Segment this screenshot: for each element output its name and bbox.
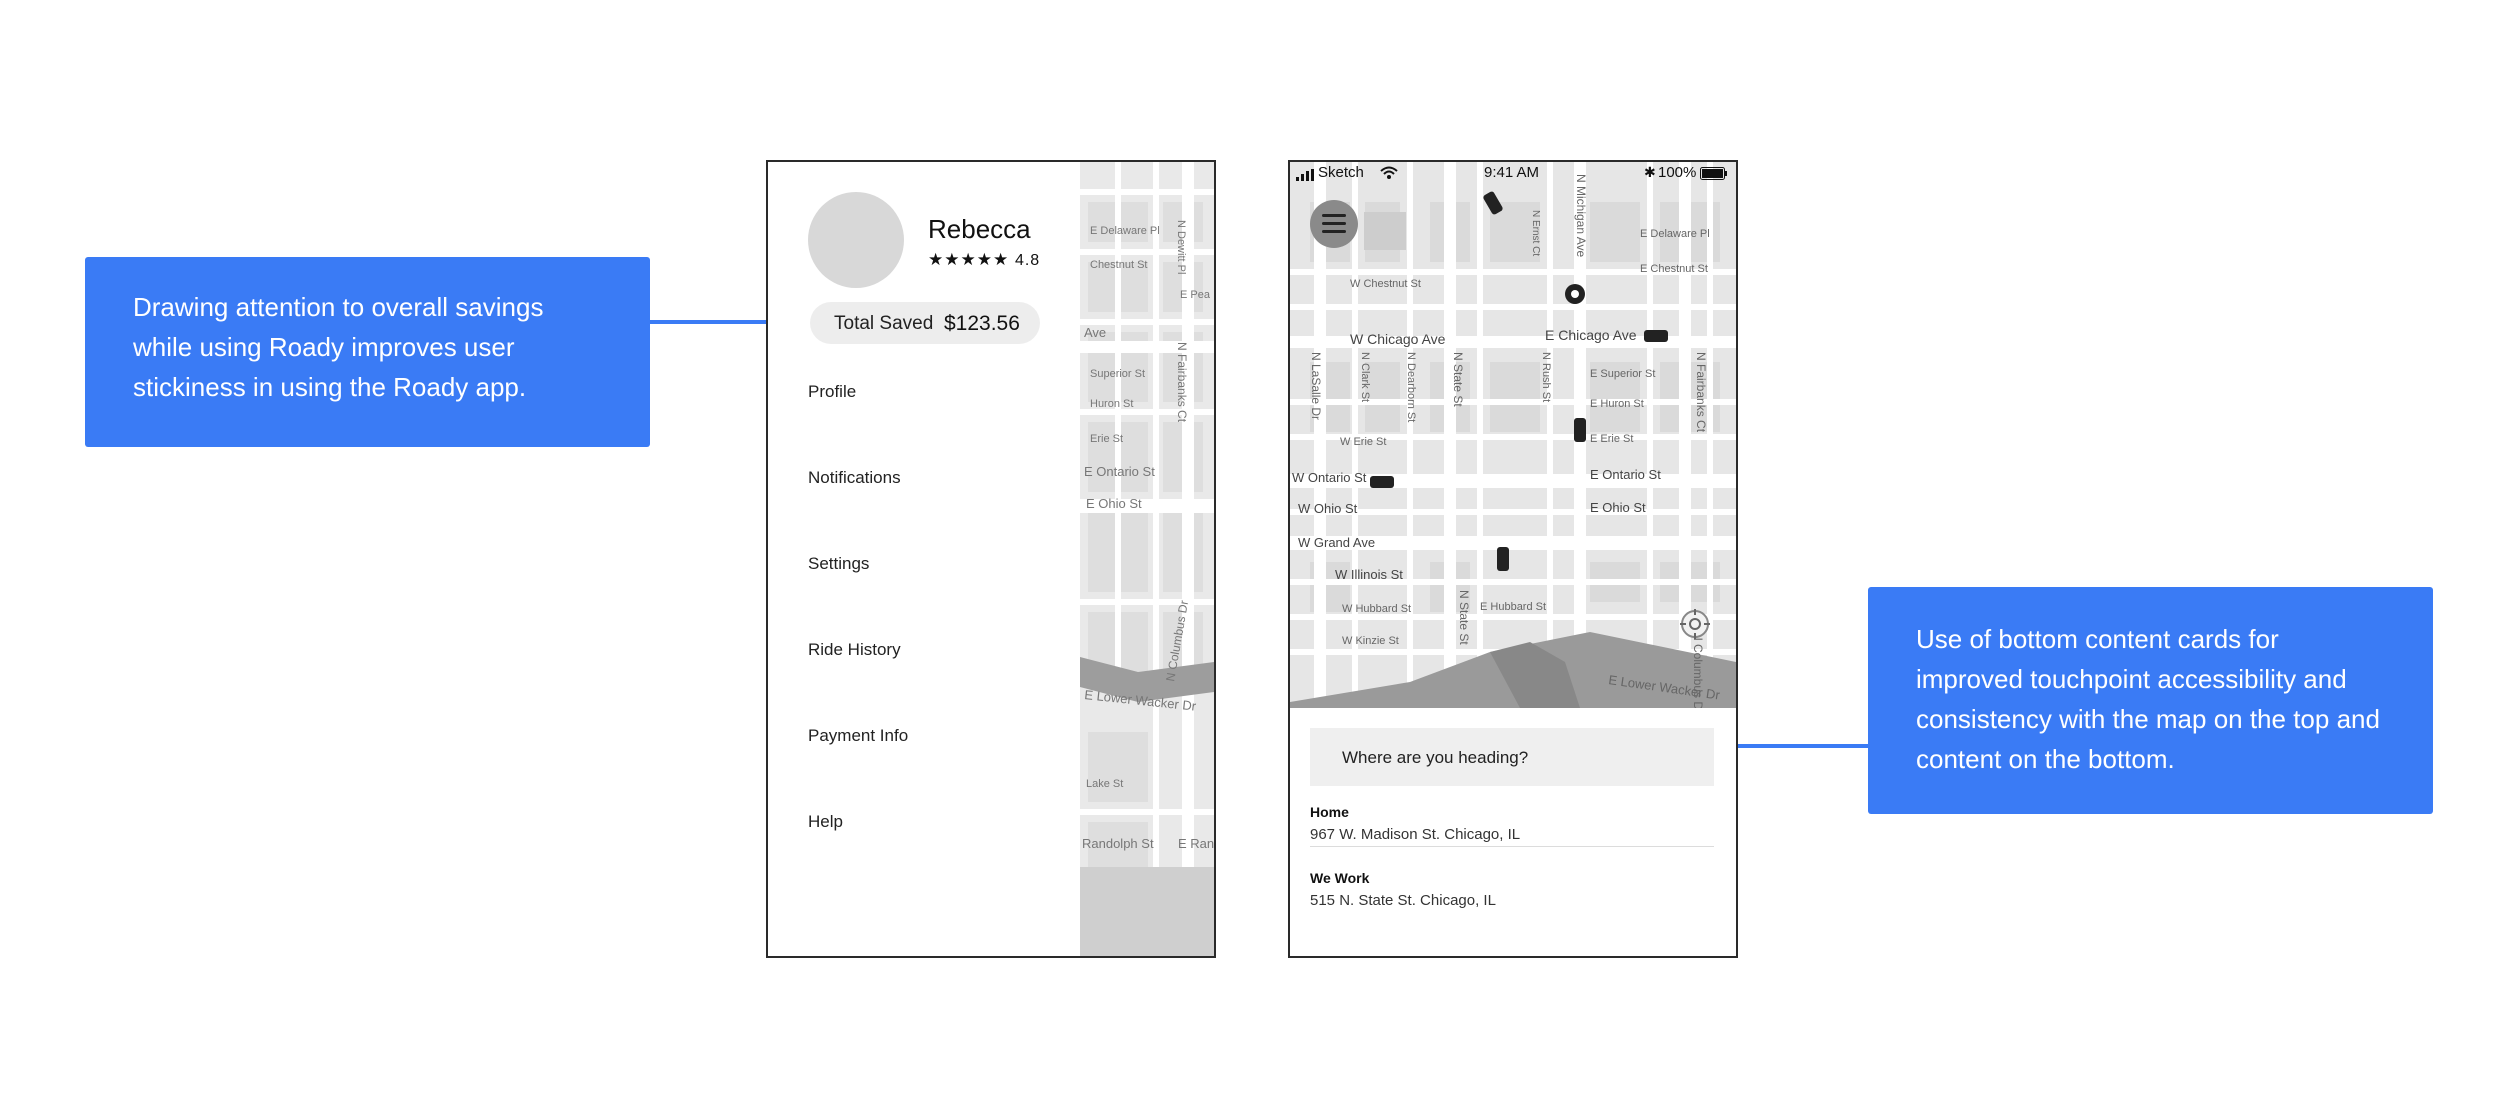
map-label: E Ohio St	[1590, 500, 1646, 515]
map-label: E Chestnut St	[1640, 263, 1708, 275]
map-label: N Columbus Dr	[1691, 632, 1705, 708]
map-label: Ave	[1084, 325, 1106, 340]
divider	[1310, 846, 1714, 847]
map-label: N State St	[1451, 352, 1465, 407]
map-label: W Ohio St	[1298, 501, 1358, 516]
map-label: N Fairbanks Ct	[1175, 342, 1189, 423]
city-map[interactable]: W Chestnut St N Michigan Ave E Delaware …	[1290, 162, 1736, 708]
map-label: N Dewitt Pl	[1175, 220, 1187, 274]
map-label: E Ohio St	[1086, 496, 1142, 511]
map-label: W Erie St	[1340, 436, 1386, 448]
saved-place-home[interactable]: Home 967 W. Madison St. Chicago, IL	[1310, 804, 1520, 843]
menu-item-ride-history[interactable]: Ride History	[808, 640, 901, 660]
side-drawer: Rebecca ★★★★★ 4.8 Total Saved $123.56 Pr…	[768, 162, 1080, 956]
map-label: N Fairbanks Ct	[1694, 352, 1708, 433]
user-name: Rebecca	[928, 214, 1031, 244]
saved-place-work[interactable]: We Work 515 N. State St. Chicago, IL	[1310, 870, 1496, 909]
bottom-content-card: Where are you heading? Home 967 W. Madis…	[1290, 708, 1736, 956]
total-saved-value: $123.56	[944, 312, 1020, 335]
battery-icon	[1700, 167, 1728, 184]
map-label: E Erie St	[1590, 433, 1633, 445]
wifi-icon	[1380, 166, 1398, 184]
map-label: Superior St	[1090, 368, 1145, 380]
map-label: E Superior St	[1590, 368, 1655, 380]
status-time: 9:41 AM	[1484, 164, 1540, 181]
user-rating: ★★★★★ 4.8	[928, 250, 1040, 270]
map-label: E Pea	[1180, 289, 1211, 301]
rating-stars: ★★★★★	[928, 250, 1010, 269]
hamburger-menu-button[interactable]	[1310, 200, 1358, 248]
location-pin-icon	[1565, 284, 1585, 304]
total-saved-badge: Total Saved $123.56	[810, 302, 1040, 344]
car-icon	[1370, 476, 1394, 488]
car-icon	[1644, 330, 1668, 342]
saved-place-address: 515 N. State St. Chicago, IL	[1310, 892, 1496, 909]
hamburger-icon	[1322, 214, 1346, 217]
map-label: N Ernst Ct	[1530, 210, 1541, 256]
car-icon	[1497, 547, 1509, 571]
menu-item-payment-info[interactable]: Payment Info	[808, 726, 908, 746]
bottom-card-annotation: Use of bottom content cards for improved…	[1868, 587, 2433, 814]
map-label: E Hubbard St	[1480, 601, 1546, 613]
avatar[interactable]	[808, 192, 904, 288]
hamburger-icon	[1322, 230, 1346, 233]
saved-place-address: 967 W. Madison St. Chicago, IL	[1310, 826, 1521, 843]
map-label: N Clark St	[1359, 352, 1371, 402]
map-label: N Rush St	[1540, 352, 1552, 402]
drawer-screen: E Delaware Pl Chestnut St E Pea N Dewitt…	[766, 160, 1216, 958]
map-label: N LaSalle Dr	[1309, 352, 1323, 420]
map-label: E Ran	[1178, 836, 1214, 851]
map-label: E Chicago Ave	[1545, 327, 1637, 343]
map-label: Erie St	[1090, 433, 1123, 445]
car-icon	[1574, 418, 1586, 442]
signal-icon	[1296, 168, 1314, 185]
carrier-name: Sketch	[1318, 164, 1364, 181]
map-label: E Delaware Pl	[1640, 228, 1710, 240]
map-label: Huron St	[1090, 398, 1133, 410]
map-label: N State St	[1457, 590, 1471, 645]
bottom-card-annotation-text: Use of bottom content cards for improved…	[1916, 624, 2380, 774]
savings-annotation-text: Drawing attention to overall savings whi…	[133, 292, 544, 402]
map-screen: W Chestnut St N Michigan Ave E Delaware …	[1288, 160, 1738, 958]
saved-place-title: Home	[1310, 804, 1349, 820]
map-label: E Ontario St	[1084, 464, 1155, 479]
battery-percent: 100%	[1658, 164, 1697, 181]
map-label: W Kinzie St	[1342, 635, 1399, 647]
menu-item-settings[interactable]: Settings	[808, 554, 869, 574]
rating-value: 4.8	[1014, 252, 1041, 269]
menu-item-help[interactable]: Help	[808, 812, 843, 832]
saved-place-title: We Work	[1310, 870, 1370, 886]
savings-annotation: Drawing attention to overall savings whi…	[85, 257, 650, 447]
map-label: W Hubbard St	[1342, 603, 1411, 615]
hamburger-icon	[1322, 222, 1346, 225]
map-label: W Chicago Ave	[1350, 331, 1446, 347]
map-label: Lake St	[1086, 778, 1123, 790]
map-label: N Michigan Ave	[1574, 174, 1588, 257]
total-saved-label: Total Saved	[834, 313, 934, 334]
map-label: W Ontario St	[1292, 470, 1367, 485]
destination-search-placeholder: Where are you heading?	[1342, 748, 1529, 767]
map-label: W Chestnut St	[1350, 278, 1421, 290]
status-bar: Sketch 9:41 AM ✱ 100%	[1290, 162, 1736, 184]
map-label: E Delaware Pl	[1090, 225, 1160, 237]
destination-search-input[interactable]: Where are you heading?	[1310, 728, 1714, 786]
map-label: W Grand Ave	[1298, 535, 1375, 550]
map-label: W Illinois St	[1335, 567, 1403, 582]
map-label: Randolph St	[1082, 836, 1154, 851]
bluetooth-icon: ✱	[1644, 164, 1656, 180]
map-label: Chestnut St	[1090, 259, 1147, 271]
map-label: E Huron St	[1590, 398, 1644, 410]
map-label: E Ontario St	[1590, 467, 1661, 482]
map-label: N Dearborn St	[1405, 352, 1417, 422]
menu-item-notifications[interactable]: Notifications	[808, 468, 901, 488]
menu-item-profile[interactable]: Profile	[808, 382, 856, 402]
